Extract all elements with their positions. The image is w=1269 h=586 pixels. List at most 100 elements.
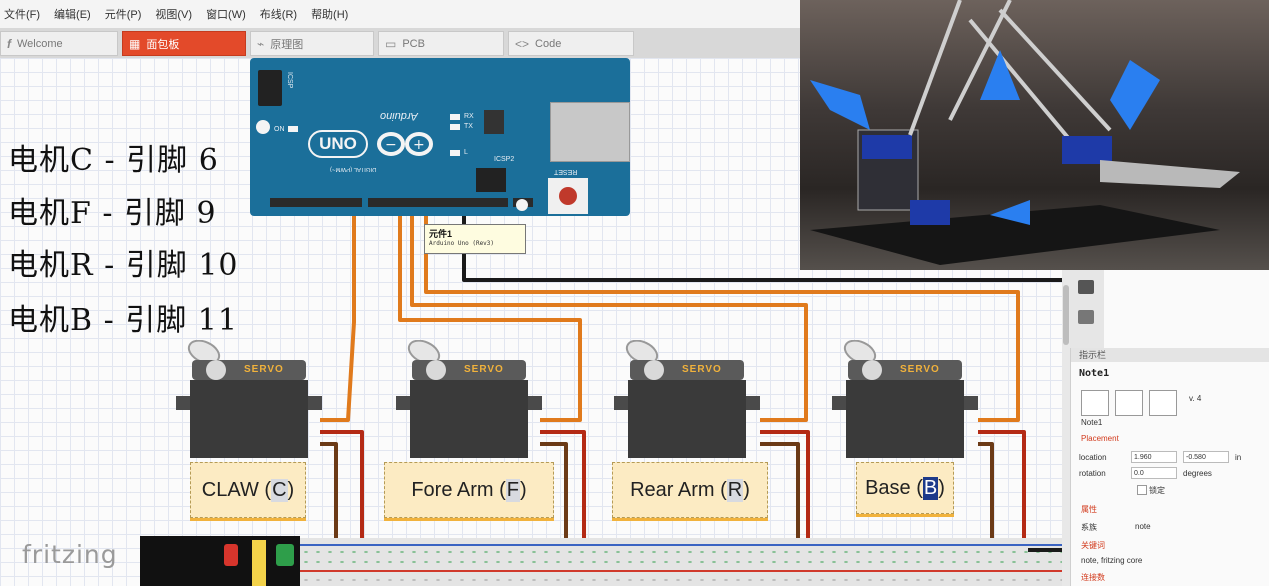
- usb-port: [550, 102, 630, 162]
- servo-body-icon: [176, 339, 322, 458]
- inspector-title: Note1: [1079, 368, 1110, 379]
- placement-header: Placement: [1081, 434, 1119, 443]
- note-key: B: [922, 476, 939, 500]
- location-unit: in: [1235, 453, 1242, 462]
- note-breadboard-icon[interactable]: [1081, 390, 1109, 416]
- lock-label: 锁定: [1149, 486, 1165, 495]
- breadboard[interactable]: [300, 538, 1062, 586]
- note-schematic-icon[interactable]: [1115, 390, 1143, 416]
- rail-red: [300, 570, 1062, 572]
- note-text: Base (: [865, 476, 923, 499]
- fritzing-logo: fritzing: [22, 540, 118, 569]
- rotation-unit: degrees: [1183, 469, 1212, 478]
- pin-header-digital: [368, 198, 508, 207]
- note-text: CLAW (: [201, 478, 272, 501]
- robot-arm-image: [810, 0, 1240, 265]
- wire-power-claw: [320, 430, 364, 552]
- tx-label: TX: [464, 123, 473, 130]
- wire-power-base: [978, 430, 1026, 552]
- rx-label: RX: [464, 113, 474, 120]
- mount-hole: [256, 120, 270, 134]
- svg-text:+: +: [413, 137, 425, 153]
- note-claw[interactable]: CLAW (C): [190, 462, 306, 518]
- rotation-input[interactable]: 0.0: [1131, 467, 1177, 479]
- rail-holes-top: [300, 550, 1062, 554]
- digital-label: DIGITAL (PWM~): [330, 166, 377, 172]
- tool-strip: [1070, 270, 1104, 348]
- note-pcb-icon[interactable]: [1149, 390, 1177, 416]
- note-key: C: [271, 478, 288, 502]
- note-rear-arm[interactable]: Rear Arm (R): [612, 462, 768, 518]
- props-header: 属性: [1081, 505, 1097, 514]
- motor-pin-label: 电机B - 引脚 11: [8, 303, 238, 338]
- inspector-header: 指示栏: [1071, 348, 1269, 362]
- note-base[interactable]: Base (B): [856, 462, 954, 514]
- note-fore-arm[interactable]: Fore Arm (F): [384, 462, 554, 518]
- icsp2-header: [476, 168, 506, 192]
- brand-label: Arduino: [380, 110, 418, 122]
- battery-module[interactable]: [140, 536, 300, 586]
- location-y-input[interactable]: -0.580: [1183, 451, 1229, 463]
- motor-pin-label: 电机F - 引脚 9: [8, 196, 217, 231]
- note-text-end: ): [938, 476, 945, 499]
- lock-checkbox[interactable]: [1137, 485, 1147, 495]
- location-label: location: [1079, 453, 1107, 462]
- icsp2-label: ICSP2: [494, 156, 515, 163]
- servo-label: SERVO: [244, 364, 284, 375]
- reset-knob: [559, 187, 577, 205]
- note-text-end: ): [287, 478, 295, 501]
- on-led: [288, 126, 298, 132]
- chip: [484, 110, 504, 134]
- pin-header-left: [270, 198, 362, 207]
- note-text-end: ): [743, 478, 750, 501]
- l-led: [450, 150, 460, 156]
- svg-text:−: −: [385, 137, 397, 153]
- inspector-version: v. 4: [1189, 394, 1202, 403]
- reset-label: RESET: [554, 168, 578, 175]
- rotation-label: rotation: [1079, 469, 1106, 478]
- servo-label: SERVO: [682, 364, 722, 375]
- motor-pin-label: 电机R - 引脚 10: [8, 248, 239, 283]
- wire-ground-end: [1028, 548, 1062, 552]
- servo-body-icon: [396, 339, 542, 458]
- robot-arm-photo: [800, 0, 1269, 270]
- tx-led: [450, 124, 460, 130]
- uno-logo: UNO: [308, 130, 368, 158]
- note-text: Rear Arm (: [630, 478, 727, 501]
- arduino-infinity-icon: − +: [374, 130, 436, 158]
- servo-claw[interactable]: SERVO: [176, 339, 326, 470]
- inspector-item-name: Note1: [1081, 418, 1103, 427]
- family-label: 系族: [1081, 523, 1097, 532]
- servo-body-icon: [832, 339, 978, 458]
- location-x-input[interactable]: 1.960: [1131, 451, 1177, 463]
- holes-row: [300, 578, 1062, 582]
- icsp-header: [258, 70, 282, 106]
- motor-pin-label: 电机C - 引脚 6: [8, 143, 219, 178]
- servo-label: SERVO: [464, 364, 504, 375]
- rail-blue: [300, 544, 1062, 546]
- servo-base[interactable]: SERVO: [832, 339, 982, 470]
- icsp-label: ICSP: [286, 72, 293, 89]
- servo-body-icon: [614, 339, 760, 458]
- part-tooltip: 元件1 Arduino Uno (Rev3): [424, 224, 526, 254]
- servo-fore-arm[interactable]: SERVO: [396, 339, 546, 470]
- connections-header: 连接数: [1081, 573, 1105, 582]
- servo-rear-arm[interactable]: SERVO: [614, 339, 764, 470]
- tags-header: 关键词: [1081, 541, 1105, 550]
- arduino-uno-board[interactable]: ICSP ON UNO − + Arduino RX TX L ICSP2 RES…: [250, 58, 630, 216]
- l-label: L: [464, 149, 468, 156]
- reset-button[interactable]: [548, 178, 588, 214]
- tool-icon[interactable]: [1078, 310, 1094, 324]
- rx-led: [450, 114, 460, 120]
- mount-hole-2: [516, 199, 528, 211]
- scrollbar-thumb[interactable]: [1063, 285, 1069, 345]
- tags-value: note, fritzing core: [1081, 556, 1143, 565]
- note-key: R: [726, 478, 744, 502]
- parts-bin-icon[interactable]: [1078, 280, 1094, 294]
- note-text: Fore Arm (: [411, 478, 506, 501]
- led-green-icon: [276, 544, 294, 566]
- led-red-icon: [224, 544, 238, 566]
- switch-icon: [252, 540, 266, 586]
- on-label: ON: [274, 126, 285, 133]
- family-value: note: [1135, 522, 1151, 531]
